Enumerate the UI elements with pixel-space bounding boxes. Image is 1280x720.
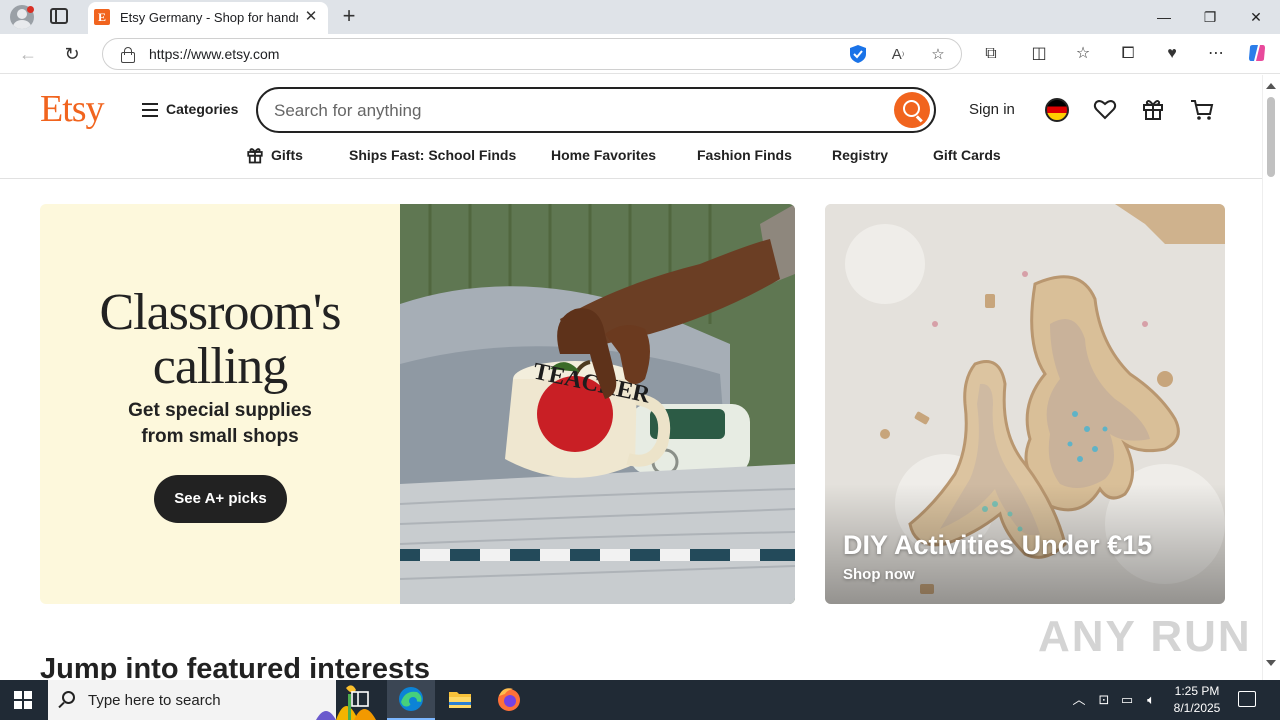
anyrun-watermark: ANY RUN (1038, 612, 1252, 661)
taskbar-search-placeholder: Type here to search (88, 692, 221, 709)
back-arrow-icon[interactable]: ← (16, 42, 40, 66)
tab-close-icon[interactable]: ✕ (302, 8, 320, 26)
address-bar[interactable]: https://www.etsy.com A⁾ ☆ (102, 38, 962, 70)
search-input[interactable] (274, 99, 874, 123)
nav-item-ships-fast[interactable]: Ships Fast: School Finds (349, 147, 516, 163)
notification-dot (27, 6, 34, 13)
firefox-icon[interactable] (485, 680, 533, 720)
tab-title: Etsy Germany - Shop for handmade, vintag… (120, 10, 298, 25)
etsy-favicon-icon: E (94, 9, 110, 25)
shop-now-link[interactable]: Shop now (843, 566, 915, 583)
hero-title: Classroom's calling (40, 286, 400, 394)
favorites-icon[interactable]: ☆ (1072, 43, 1094, 65)
network-icon[interactable]: ▭ (1119, 692, 1135, 708)
nav-item-registry[interactable]: Registry (832, 147, 888, 163)
copilot-icon[interactable] (1246, 43, 1268, 65)
url-text[interactable]: https://www.etsy.com (149, 46, 279, 62)
close-window-button[interactable]: ✕ (1233, 0, 1279, 34)
more-menu-icon[interactable]: ⋯ (1205, 43, 1227, 65)
hamburger-menu-icon (142, 103, 158, 117)
page-viewport: Etsy Categories Sign in Gifts Ships Fast… (0, 75, 1262, 680)
hero-title-line: calling (152, 338, 289, 395)
gift-icon[interactable] (1141, 97, 1165, 121)
edge-browser-icon[interactable] (387, 680, 435, 720)
nav-item-gift-cards[interactable]: Gift Cards (933, 147, 1001, 163)
cart-icon[interactable] (1189, 97, 1215, 123)
nav-item-fashion-finds[interactable]: Fashion Finds (697, 147, 792, 163)
volume-icon[interactable]: 🔈︎ (1143, 692, 1159, 708)
refresh-icon[interactable]: ↻ (60, 42, 84, 66)
notification-center-icon[interactable] (1238, 691, 1256, 707)
windows-taskbar: Type here to search ︿ ⊡ ▭ 🔈︎ 1:25 PM 8/1… (0, 680, 1280, 720)
clock-date: 8/1/2025 (1173, 701, 1221, 715)
search-button[interactable] (894, 92, 930, 128)
taskbar-clock[interactable]: 1:25 PM 8/1/2025 (1168, 683, 1226, 717)
site-info-lock-icon[interactable] (121, 47, 135, 63)
extensions-icon[interactable]: ⧉ (980, 43, 1002, 65)
favorites-heart-icon[interactable] (1093, 97, 1117, 121)
task-view-icon[interactable] (336, 680, 384, 720)
scroll-up-arrow-icon[interactable] (1266, 83, 1276, 89)
gifts-icon (247, 148, 263, 164)
taskbar-search-box[interactable]: Type here to search (48, 680, 376, 720)
clock-time: 1:25 PM (1174, 684, 1220, 698)
hero-subtitle: Get special supplies from small shops (80, 398, 360, 450)
search-bar (256, 87, 936, 133)
tray-device-icon[interactable]: ⊡ (1096, 692, 1112, 708)
scroll-thumb[interactable] (1267, 97, 1275, 177)
scroll-down-arrow-icon[interactable] (1266, 660, 1276, 666)
nav-item-home-favorites[interactable]: Home Favorites (551, 147, 656, 163)
hero-title-line: Classroom's (99, 284, 341, 341)
restore-button[interactable]: ❐ (1187, 0, 1233, 34)
collections-icon[interactable]: ⧠ (1117, 43, 1139, 65)
minimize-button[interactable]: — (1141, 0, 1187, 34)
shopping-tag-icon[interactable] (847, 44, 869, 66)
germany-flag-icon[interactable] (1045, 98, 1069, 122)
split-screen-icon[interactable]: ◫ (1028, 43, 1050, 65)
browser-toolbar: ← ↻ https://www.etsy.com A⁾ ☆ ⧉ ◫ ☆ ⧠ ♥ … (0, 34, 1280, 74)
page-scrollbar[interactable] (1262, 75, 1280, 680)
browser-tab-bar: E Etsy Germany - Shop for handmade, vint… (0, 0, 1280, 34)
tray-overflow-chevron-icon[interactable]: ︿ (1071, 692, 1087, 708)
tab-actions-icon[interactable] (50, 8, 68, 24)
categories-label: Categories (166, 101, 239, 117)
diy-activities-banner[interactable]: DIY Activities Under €15 Shop now (825, 204, 1225, 604)
file-explorer-icon[interactable] (436, 680, 484, 720)
favorite-star-icon[interactable]: ☆ (927, 44, 949, 66)
browser-tab-etsy[interactable]: E Etsy Germany - Shop for handmade, vint… (88, 2, 328, 34)
etsy-logo[interactable]: Etsy (40, 87, 105, 131)
hero-subtitle-line: Get special supplies (128, 400, 312, 421)
browser-essentials-icon[interactable]: ♥ (1161, 43, 1183, 65)
teacher-mug-photo: TEACHER (400, 204, 795, 604)
windows-start-icon[interactable] (14, 691, 32, 709)
hero-banner[interactable]: Classroom's calling Get special supplies… (40, 204, 795, 604)
diy-banner-title: DIY Activities Under €15 (843, 530, 1153, 560)
read-aloud-icon[interactable]: A⁾ (887, 44, 909, 66)
new-tab-button[interactable]: + (338, 4, 360, 28)
featured-interests-heading: Jump into featured interests (40, 653, 430, 680)
search-icon (62, 691, 75, 704)
hero-subtitle-line: from small shops (141, 426, 299, 447)
sign-in-link[interactable]: Sign in (969, 101, 1015, 118)
see-picks-button[interactable]: See A+ picks (154, 475, 287, 523)
nav-item-gifts[interactable]: Gifts (271, 147, 303, 163)
category-nav: Gifts Ships Fast: School Finds Home Favo… (0, 147, 1262, 179)
